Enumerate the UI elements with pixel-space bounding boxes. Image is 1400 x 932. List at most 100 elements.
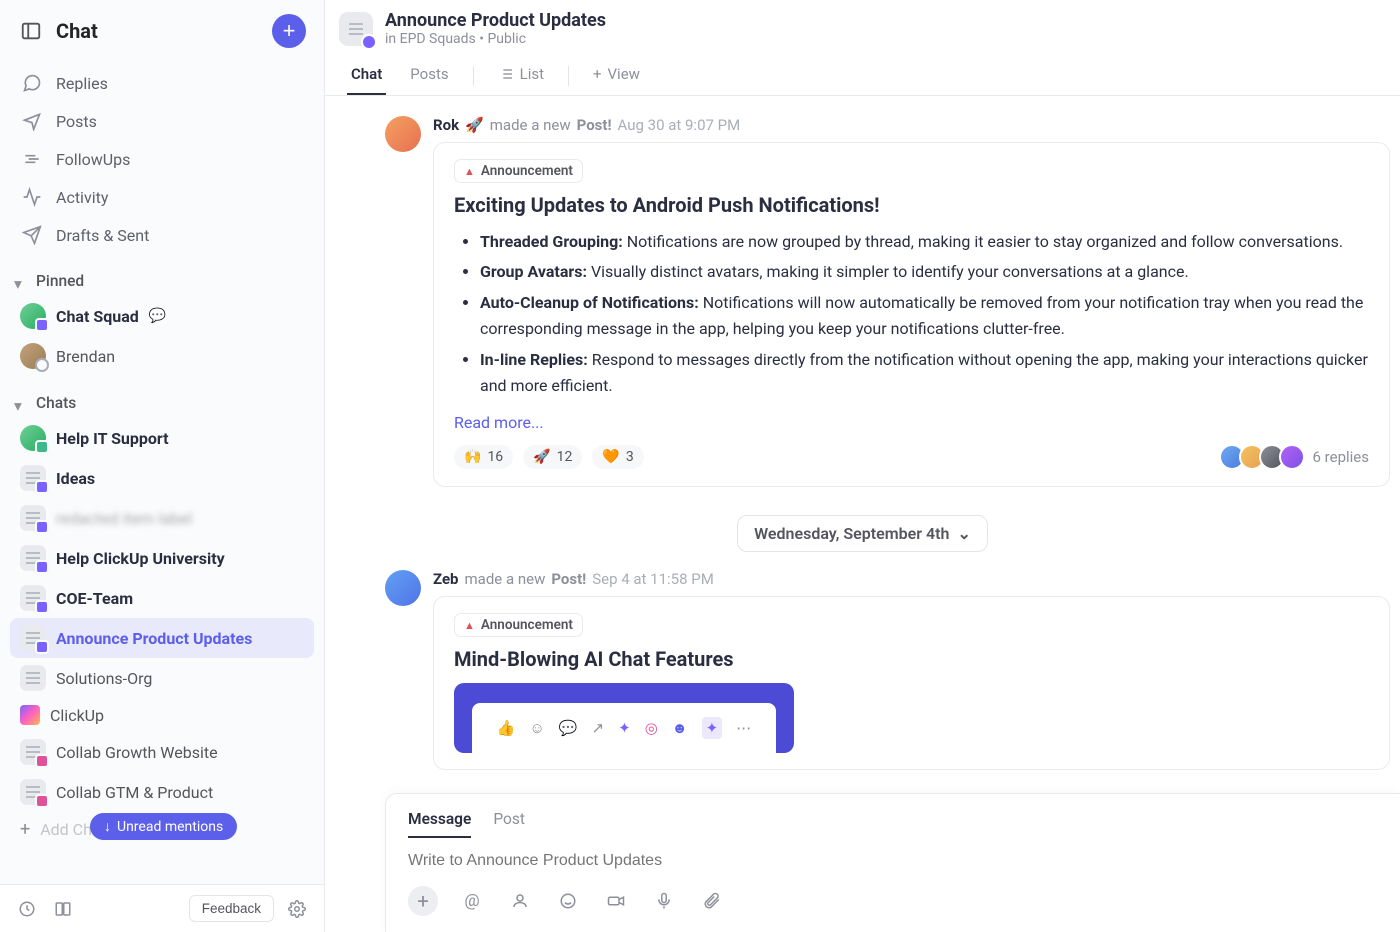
author-name[interactable]: Rok [433, 116, 459, 134]
post-item: Zeb made a new Post! Sep 4 at 11:58 PM ▲… [325, 560, 1400, 780]
announcement-badge: ▲Announcement [454, 159, 583, 183]
caret-down-icon: ▾ [14, 275, 26, 287]
panel-toggle-icon[interactable] [20, 20, 42, 42]
arrow-down-icon: ↓ [104, 818, 111, 835]
mic-icon[interactable] [650, 887, 678, 915]
replies-icon [22, 73, 42, 93]
tab-separator [568, 66, 569, 86]
unread-mentions-pill[interactable]: ↓ Unread mentions [90, 813, 237, 840]
chat-item-collab-gtm[interactable]: Collab GTM & Product [10, 772, 314, 812]
chat-item-clickup[interactable]: ClickUp [10, 698, 314, 732]
posts-icon [22, 111, 42, 131]
composer-tabs: Message Post [408, 804, 1378, 838]
list-icon [498, 66, 514, 82]
add-attachment-button[interactable]: + [408, 886, 438, 916]
post-header: Rok 🚀 made a new Post! Aug 30 at 9:07 PM [433, 116, 1390, 134]
item-label: Announce Product Updates [56, 629, 252, 648]
replies-count: 6 replies [1313, 448, 1369, 466]
item-label: Help ClickUp University [56, 549, 225, 568]
chat-item-redacted[interactable]: redacted item label [10, 498, 314, 538]
history-icon[interactable] [14, 896, 40, 922]
list-icon [20, 585, 46, 611]
chevron-down-icon: ⌄ [957, 524, 970, 543]
chat-item-collab-growth[interactable]: Collab Growth Website [10, 732, 314, 772]
video-icon[interactable] [602, 887, 630, 915]
drafts-icon [22, 225, 42, 245]
item-label: Collab GTM & Product [56, 783, 213, 802]
list-icon [20, 545, 46, 571]
chat-icon: 💬 [559, 719, 578, 737]
author-name[interactable]: Zeb [433, 570, 459, 588]
nav-label: Posts [56, 112, 97, 131]
nav-label: Replies [56, 74, 108, 93]
sparkle-icon: ✦ [618, 719, 631, 737]
clickup-logo-icon [20, 705, 40, 725]
item-label: Brendan [56, 347, 115, 366]
chat-item-coe-team[interactable]: COE-Team [10, 578, 314, 618]
user-avatar-rok[interactable] [385, 116, 421, 152]
chat-item-ideas[interactable]: Ideas [10, 458, 314, 498]
nav-activity[interactable]: Activity [10, 178, 314, 216]
post-bullet: Group Avatars: Visually distinct avatars… [480, 259, 1369, 285]
message-composer: Message Post + @ [385, 793, 1400, 932]
post-bullet: Auto-Cleanup of Notifications: Notificat… [480, 290, 1369, 343]
nav-list: Replies Posts FollowUps Activity Drafts … [0, 58, 324, 260]
emoji-icon[interactable] [554, 887, 582, 915]
item-label: Collab Growth Website [56, 743, 218, 762]
reaction-pill[interactable]: 🚀12 [523, 445, 582, 469]
pinned-item-brendan[interactable]: Brendan [10, 336, 314, 376]
nav-posts[interactable]: Posts [10, 102, 314, 140]
channel-avatar [339, 12, 373, 46]
repliers[interactable]: 6 replies [1225, 444, 1369, 470]
date-pill[interactable]: Wednesday, September 4th ⌄ [737, 515, 988, 552]
post-title: Exciting Updates to Android Push Notific… [454, 193, 1369, 217]
reaction-pill[interactable]: 🙌16 [454, 445, 513, 469]
pinned-item-chat-squad[interactable]: Chat Squad 💬 [10, 296, 314, 336]
post-timestamp: Aug 30 at 9:07 PM [618, 116, 741, 134]
composer-tab-post[interactable]: Post [493, 804, 525, 838]
nav-replies[interactable]: Replies [10, 64, 314, 102]
item-label: Chat Squad [56, 307, 139, 326]
date-divider: Wednesday, September 4th ⌄ [325, 497, 1400, 560]
ai-icon: ✦ [702, 717, 723, 739]
avatar-icon [20, 425, 46, 451]
feedback-button[interactable]: Feedback [189, 895, 274, 922]
nav-drafts-sent[interactable]: Drafts & Sent [10, 216, 314, 254]
chat-item-solutions-org[interactable]: Solutions-Org [10, 658, 314, 698]
chat-item-help-it[interactable]: Help IT Support [10, 418, 314, 458]
user-avatar-zeb[interactable] [385, 570, 421, 606]
sidebar-header: Chat + [0, 0, 324, 58]
layout-icon[interactable] [50, 896, 76, 922]
tab-posts[interactable]: Posts [406, 57, 452, 95]
list-icon [20, 665, 46, 691]
post-card[interactable]: ▲Announcement Exciting Updates to Androi… [433, 142, 1390, 487]
section-title: Pinned [36, 272, 84, 290]
post-header: Zeb made a new Post! Sep 4 at 11:58 PM [433, 570, 1390, 588]
settings-icon[interactable] [284, 896, 310, 922]
composer-input[interactable] [408, 838, 1378, 886]
chat-item-announce-product-updates[interactable]: Announce Product Updates [10, 618, 314, 658]
pinned-section: ▾ Pinned Chat Squad 💬 Brendan [0, 260, 324, 382]
nav-followups[interactable]: FollowUps [10, 140, 314, 178]
item-label: redacted item label [56, 509, 192, 528]
reaction-pill[interactable]: 🧡3 [592, 445, 643, 469]
tab-list[interactable]: List [494, 57, 548, 95]
post-card[interactable]: ▲Announcement Mind-Blowing AI Chat Featu… [433, 596, 1390, 770]
channel-subtitle: in EPD Squads • Public [385, 31, 526, 47]
followups-icon [22, 149, 42, 169]
nav-label: Drafts & Sent [56, 226, 149, 245]
paperclip-icon[interactable] [698, 887, 726, 915]
pinned-header[interactable]: ▾ Pinned [10, 262, 314, 296]
read-more-link[interactable]: Read more... [454, 403, 544, 432]
new-chat-button[interactable]: + [272, 14, 306, 48]
tab-add-view[interactable]: + View [589, 57, 644, 95]
composer-tab-message[interactable]: Message [408, 804, 471, 838]
mention-icon[interactable]: @ [458, 887, 486, 915]
reactions-row: 🙌16 🚀12 🧡3 6 replies [454, 444, 1369, 470]
tab-chat[interactable]: Chat [347, 57, 386, 95]
chats-header[interactable]: ▾ Chats [10, 384, 314, 418]
sidebar-footer: Feedback [0, 884, 324, 932]
chat-item-help-clickup-u[interactable]: Help ClickUp University [10, 538, 314, 578]
post-bullet: Threaded Grouping: Notifications are now… [480, 229, 1369, 255]
mention-user-icon[interactable] [506, 887, 534, 915]
